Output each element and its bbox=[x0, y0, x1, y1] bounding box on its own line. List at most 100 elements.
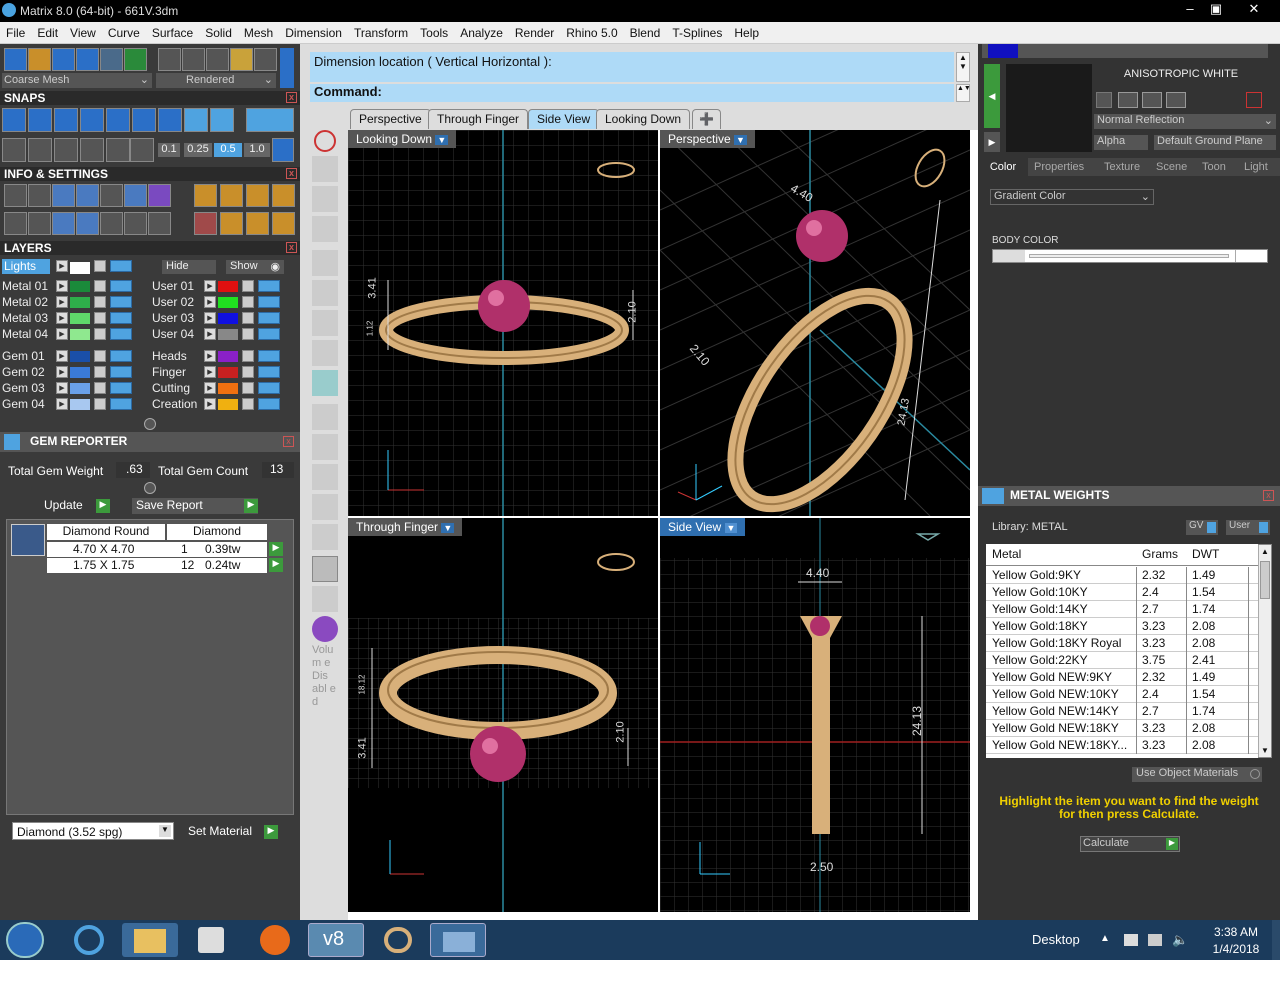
tab-side-view[interactable]: Side View bbox=[528, 109, 600, 129]
layer-row[interactable]: Metal 03 ▶ bbox=[2, 310, 146, 326]
minimize-icon[interactable]: – bbox=[1176, 0, 1204, 18]
arrow-icon[interactable]: ▶ bbox=[204, 296, 216, 308]
layer-color-swatch[interactable] bbox=[218, 367, 238, 378]
lock-icon[interactable] bbox=[242, 350, 254, 362]
metal-row[interactable]: Yellow Gold:10KY 2.4 1.54 bbox=[986, 584, 1258, 601]
lock-icon[interactable] bbox=[94, 328, 106, 340]
layout-icon[interactable] bbox=[124, 48, 147, 71]
visible-toggle[interactable] bbox=[258, 350, 280, 362]
arrow-icon[interactable]: ▶ bbox=[204, 398, 216, 410]
metal-row[interactable]: Yellow Gold NEW:18KY 3.23 2.08 bbox=[986, 720, 1258, 737]
snap-end-icon[interactable] bbox=[2, 108, 26, 132]
layer-row[interactable]: Metal 04 ▶ bbox=[2, 326, 146, 342]
snap-center-icon[interactable] bbox=[132, 108, 156, 132]
layer-row[interactable]: Gem 02 ▶ bbox=[2, 364, 146, 380]
metal-row[interactable]: Yellow Gold:22KY 3.75 2.41 bbox=[986, 652, 1258, 669]
lock-icon[interactable] bbox=[94, 280, 106, 292]
render-icon[interactable] bbox=[100, 48, 123, 71]
scroll-thumb[interactable] bbox=[1260, 561, 1270, 599]
layer-color-swatch[interactable] bbox=[70, 383, 90, 394]
visible-toggle[interactable] bbox=[110, 366, 132, 378]
visible-toggle[interactable] bbox=[258, 382, 280, 394]
gold-sphere-icon[interactable] bbox=[230, 48, 253, 71]
visible-toggle[interactable] bbox=[110, 280, 132, 292]
metal-row[interactable]: Yellow Gold:9KY 2.32 1.49 bbox=[986, 567, 1258, 584]
viewport-label[interactable]: Through Finger ▼ bbox=[348, 518, 463, 536]
desktop-toolbar-label[interactable]: Desktop bbox=[1032, 932, 1080, 947]
metal-row[interactable]: Yellow Gold NEW:9KY 2.32 1.49 bbox=[986, 669, 1258, 686]
zoom-extents-icon[interactable] bbox=[312, 404, 338, 430]
mesh-select[interactable]: Coarse Mesh ⌄ bbox=[2, 73, 152, 88]
calc-icon[interactable] bbox=[100, 184, 123, 207]
window-icon[interactable] bbox=[4, 212, 27, 235]
lights-button[interactable]: Lights bbox=[2, 259, 50, 274]
snap-off-icon[interactable] bbox=[312, 464, 338, 490]
show-desktop-button[interactable] bbox=[1272, 920, 1280, 960]
lock-icon[interactable] bbox=[94, 366, 106, 378]
visible-toggle[interactable] bbox=[110, 260, 132, 272]
reflection-select[interactable]: Normal Reflection ⌄ bbox=[1094, 114, 1276, 129]
arrow-icon[interactable]: ▶ bbox=[56, 260, 68, 272]
lock-icon[interactable] bbox=[242, 398, 254, 410]
box-icon[interactable] bbox=[28, 138, 52, 162]
lock-icon[interactable] bbox=[242, 312, 254, 324]
layer-row[interactable]: Creation ▶ bbox=[152, 396, 296, 412]
ghost-sphere-icon[interactable] bbox=[182, 48, 205, 71]
snap-r-icon[interactable] bbox=[312, 494, 338, 520]
layer-color-swatch[interactable] bbox=[218, 329, 238, 340]
lock-icon[interactable] bbox=[94, 350, 106, 362]
arrow-icon[interactable]: ▶ bbox=[56, 280, 68, 292]
gem-cube-icon[interactable] bbox=[148, 184, 171, 207]
ground-plane-field[interactable]: Default Ground Plane bbox=[1154, 135, 1276, 150]
tab-color[interactable]: Color bbox=[978, 158, 1028, 176]
metal-row[interactable]: Yellow Gold NEW:14KY 2.7 1.74 bbox=[986, 703, 1258, 720]
user-toggle[interactable]: User bbox=[1226, 520, 1270, 535]
layer-color-swatch[interactable] bbox=[218, 281, 238, 292]
close-icon[interactable]: x bbox=[286, 242, 297, 253]
snap-value-0[interactable]: 0.1 bbox=[158, 143, 180, 157]
play-icon[interactable]: ▶ bbox=[269, 542, 283, 556]
screenshot-app-icon[interactable] bbox=[430, 923, 486, 957]
hatch-icon[interactable] bbox=[80, 138, 104, 162]
layer-row[interactable]: Finger ▶ bbox=[152, 364, 296, 380]
internet-explorer-icon[interactable] bbox=[62, 923, 118, 957]
close-icon[interactable]: ✕ bbox=[1240, 0, 1268, 18]
menu-file[interactable]: File bbox=[0, 22, 31, 40]
gem-collapse-icon[interactable] bbox=[144, 482, 156, 494]
scroll-up-icon[interactable]: ▲ ▼ bbox=[956, 52, 970, 82]
box-3d-icon[interactable] bbox=[52, 212, 75, 235]
layer-color-swatch[interactable] bbox=[70, 351, 90, 362]
export-icon[interactable] bbox=[1166, 92, 1186, 108]
globe-icon[interactable] bbox=[312, 186, 338, 212]
matrix-app-icon[interactable]: v8 bbox=[308, 923, 364, 957]
show-button[interactable]: Show ◉ bbox=[226, 260, 284, 274]
viewport-label[interactable]: Side View ▼ bbox=[660, 518, 746, 536]
collapse-left-icon[interactable]: ◀ bbox=[984, 64, 1000, 128]
snap-value-2[interactable]: 0.5 bbox=[214, 143, 242, 157]
ring-app-icon[interactable] bbox=[370, 923, 426, 957]
use-object-materials-toggle[interactable]: Use Object Materials bbox=[1132, 767, 1262, 782]
lock-icon[interactable] bbox=[94, 260, 106, 272]
play-icon[interactable]: ▶ bbox=[269, 558, 283, 572]
maximize-icon[interactable]: ▣ bbox=[1202, 0, 1230, 18]
zoom-icon[interactable] bbox=[28, 184, 51, 207]
hide-button[interactable]: Hide bbox=[162, 260, 216, 274]
volume-icon[interactable]: 🔈 bbox=[1172, 932, 1188, 948]
view-cube-side-icon[interactable] bbox=[312, 340, 338, 366]
add-tab-icon[interactable]: ➕ bbox=[692, 109, 721, 129]
layer-color-swatch[interactable] bbox=[70, 367, 90, 378]
visible-toggle[interactable] bbox=[258, 366, 280, 378]
layer-color-swatch[interactable] bbox=[218, 383, 238, 394]
toolbar-toggle[interactable] bbox=[280, 48, 294, 88]
network-icon[interactable] bbox=[1148, 934, 1162, 946]
close-icon[interactable]: x bbox=[286, 92, 297, 103]
tab-properties[interactable]: Properties bbox=[1034, 158, 1084, 176]
clock-date[interactable]: 1/4/2018 bbox=[1206, 942, 1266, 956]
snap-mid-icon[interactable] bbox=[80, 108, 104, 132]
wand-icon[interactable] bbox=[130, 138, 154, 162]
metal-row[interactable]: Yellow Gold:18KY Royal 3.23 2.08 bbox=[986, 635, 1258, 652]
arrow-icon[interactable]: ▶ bbox=[56, 398, 68, 410]
snap-tan-icon[interactable] bbox=[184, 108, 208, 132]
layer-row[interactable]: User 03 ▶ bbox=[152, 310, 296, 326]
menu-analyze[interactable]: Analyze bbox=[454, 22, 509, 40]
